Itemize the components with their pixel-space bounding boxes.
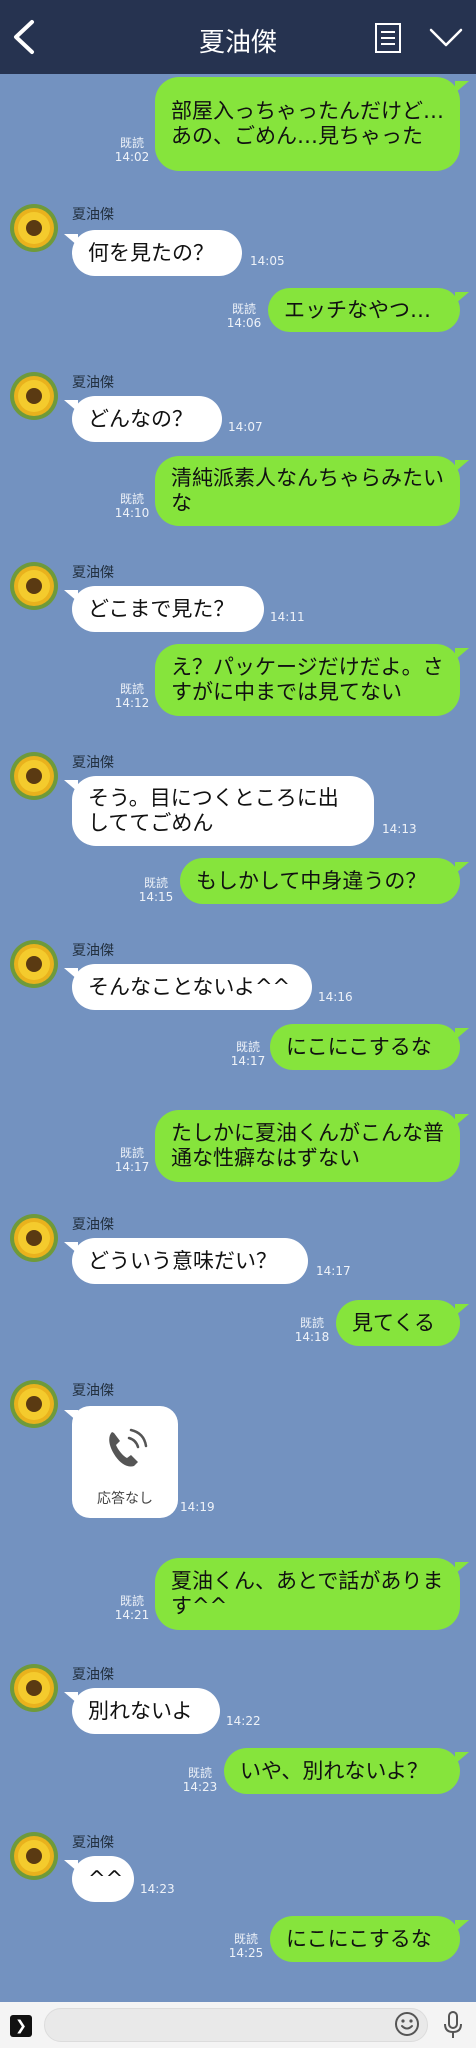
avatar[interactable] bbox=[10, 204, 58, 252]
message-list[interactable]: 既読 14:02 部屋入っちゃったんだけど…あの、ごめん…見ちゃった 夏油傑 何を… bbox=[0, 74, 476, 2002]
outgoing-message[interactable]: たしかに夏油くんがこんな普通な性癖なはずない bbox=[155, 1110, 469, 1182]
avatar[interactable] bbox=[10, 940, 58, 988]
outgoing-message[interactable]: いや、別れないよ？ bbox=[224, 1748, 469, 1794]
chevron-down-icon[interactable] bbox=[428, 22, 464, 52]
message-time: 14:16 bbox=[318, 990, 353, 1004]
message-time: 14:13 bbox=[382, 822, 417, 836]
incoming-message[interactable]: そう。目につくところに出しててごめん bbox=[64, 776, 374, 846]
outgoing-message[interactable]: 夏油くん、あとで話があります^^ bbox=[155, 1558, 469, 1630]
avatar[interactable] bbox=[10, 752, 58, 800]
read-receipt: 既読 14:17 bbox=[230, 1040, 266, 1068]
message-input[interactable] bbox=[44, 2008, 428, 2042]
sender-name: 夏油傑 bbox=[72, 755, 114, 771]
expand-icon[interactable]: ❯ bbox=[10, 2015, 32, 2037]
sender-name: 夏油傑 bbox=[72, 1217, 114, 1233]
message-time: 14:17 bbox=[316, 1264, 351, 1278]
outgoing-message[interactable]: 見てくる bbox=[336, 1300, 469, 1346]
sender-name: 夏油傑 bbox=[72, 1835, 114, 1851]
avatar[interactable] bbox=[10, 562, 58, 610]
outgoing-message[interactable]: もしかして中身違うの？ bbox=[180, 858, 469, 904]
incoming-message[interactable]: どこまで見た？ bbox=[64, 586, 264, 632]
sender-name: 夏油傑 bbox=[72, 207, 114, 223]
avatar[interactable] bbox=[10, 1664, 58, 1712]
avatar[interactable] bbox=[10, 1832, 58, 1880]
incoming-message[interactable]: ^^ bbox=[64, 1856, 134, 1902]
outgoing-message[interactable]: エッチなやつ… bbox=[268, 288, 469, 332]
read-receipt: 既読 14:25 bbox=[228, 1932, 264, 1960]
notes-icon[interactable] bbox=[374, 22, 402, 54]
read-receipt: 既読 14:17 bbox=[114, 1146, 150, 1174]
message-time: 14:07 bbox=[228, 420, 263, 434]
read-receipt: 既読 14:18 bbox=[294, 1316, 330, 1344]
message-composer: ❯ bbox=[0, 2002, 476, 2048]
message-time: 14:11 bbox=[270, 610, 305, 624]
sender-name: 夏油傑 bbox=[72, 375, 114, 391]
outgoing-message[interactable]: 清純派素人なんちゃらみたいな bbox=[155, 456, 469, 526]
phone-icon bbox=[109, 1428, 148, 1467]
message-time: 14:19 bbox=[180, 1500, 215, 1514]
read-receipt: 既読 14:10 bbox=[114, 492, 150, 520]
emoji-icon[interactable] bbox=[394, 2011, 420, 2037]
incoming-message[interactable]: そんなことないよ^^ bbox=[64, 964, 312, 1010]
outgoing-message[interactable]: にこにこするな bbox=[270, 1916, 469, 1962]
sender-name: 夏油傑 bbox=[72, 1383, 114, 1399]
sender-name: 夏油傑 bbox=[72, 943, 114, 959]
read-receipt: 既読 14:06 bbox=[226, 302, 262, 330]
read-receipt: 既読 14:21 bbox=[114, 1594, 150, 1622]
call-status: 応答なし bbox=[97, 1491, 153, 1507]
outgoing-message[interactable]: 部屋入っちゃったんだけど…あの、ごめん…見ちゃった bbox=[155, 77, 469, 171]
message-time: 14:05 bbox=[250, 254, 285, 268]
missed-call-message[interactable]: 応答なし bbox=[64, 1406, 178, 1518]
avatar[interactable] bbox=[10, 1380, 58, 1428]
chat-header: 夏油傑 bbox=[0, 0, 476, 74]
sender-name: 夏油傑 bbox=[72, 565, 114, 581]
outgoing-message[interactable]: え？パッケージだけだよ。さすがに中までは見てない bbox=[155, 644, 469, 716]
outgoing-message[interactable]: にこにこするな bbox=[270, 1024, 469, 1070]
avatar[interactable] bbox=[10, 1214, 58, 1262]
read-receipt: 既読 14:15 bbox=[138, 876, 174, 904]
message-time: 14:22 bbox=[226, 1714, 261, 1728]
mic-icon[interactable] bbox=[440, 2010, 466, 2040]
incoming-message[interactable]: どういう意味だい？ bbox=[64, 1238, 308, 1284]
incoming-message[interactable]: 別れないよ bbox=[64, 1688, 220, 1734]
message-time: 14:23 bbox=[140, 1882, 175, 1896]
sender-name: 夏油傑 bbox=[72, 1667, 114, 1683]
incoming-message[interactable]: 何を見たの？ bbox=[64, 230, 242, 276]
avatar[interactable] bbox=[10, 372, 58, 420]
read-receipt: 既読 14:02 bbox=[114, 136, 150, 164]
incoming-message[interactable]: どんなの？ bbox=[64, 396, 222, 442]
chat-title: 夏油傑 bbox=[198, 28, 277, 58]
read-receipt: 既読 14:23 bbox=[182, 1766, 218, 1794]
read-receipt: 既読 14:12 bbox=[114, 682, 150, 710]
